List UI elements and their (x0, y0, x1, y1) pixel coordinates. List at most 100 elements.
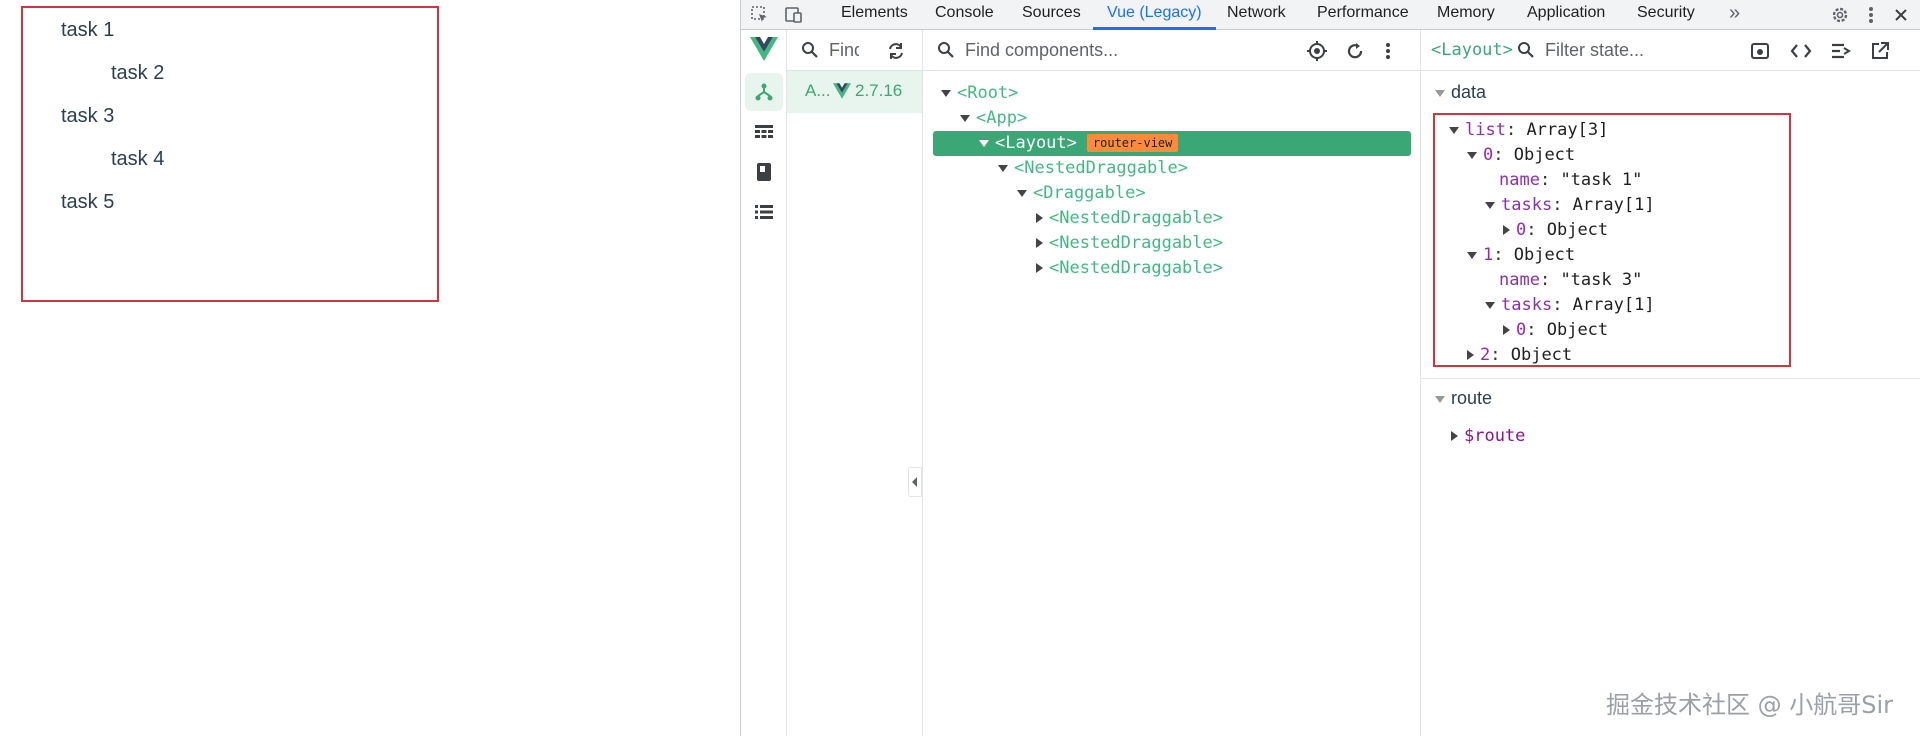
collapse-pane-handle[interactable] (908, 467, 922, 497)
expand-arrow-icon[interactable] (1467, 151, 1477, 159)
collapse-arrow-icon[interactable] (1503, 225, 1510, 235)
state-tree-row[interactable]: tasks: Array[1] (1485, 293, 1655, 318)
component-name: <Draggable> (1033, 183, 1146, 203)
apps-search: Find apps... (787, 30, 922, 71)
inspect-dom-icon[interactable] (1750, 41, 1770, 66)
state-key: name (1499, 270, 1540, 290)
refresh-icon[interactable] (886, 41, 906, 66)
tab-sources[interactable]: Sources (1022, 0, 1081, 30)
collapse-arrow-icon[interactable] (1036, 213, 1043, 223)
component-name: <Layout> (995, 133, 1077, 153)
tree-search: Find components... (923, 30, 1420, 71)
route-item[interactable]: $route (1451, 424, 1525, 449)
search-icon (801, 41, 819, 64)
tab-memory[interactable]: Memory (1437, 0, 1495, 30)
component-tree-row[interactable]: <NestedDraggable> (1036, 206, 1223, 231)
component-tree-row[interactable]: <Root> (941, 81, 1018, 106)
component-tree-row[interactable]: <NestedDraggable> (1036, 256, 1223, 281)
filter-state-input[interactable]: Filter state... (1545, 40, 1725, 61)
expand-arrow-icon[interactable] (979, 139, 989, 147)
component-name: <NestedDraggable> (1014, 158, 1188, 178)
components-icon[interactable] (745, 73, 783, 111)
expand-arrow-icon[interactable] (960, 114, 970, 122)
expand-arrow-icon[interactable] (941, 89, 951, 97)
settings-gear-icon[interactable] (1828, 3, 1852, 27)
app-list-item[interactable]: A... 2.7.16 (787, 71, 922, 113)
state-separator: : (1493, 145, 1514, 165)
tab-elements[interactable]: Elements (841, 0, 908, 30)
expand-arrow-icon[interactable] (1485, 301, 1495, 309)
state-tree-row[interactable]: tasks: Array[1] (1485, 193, 1655, 218)
component-tree-row[interactable]: <NestedDraggable> (1036, 231, 1223, 256)
tab-vue-legacy[interactable]: Vue (Legacy) (1093, 0, 1216, 30)
component-search-input[interactable]: Find components... (965, 40, 1265, 61)
state-tree-row[interactable]: name: "task 1" (1499, 168, 1642, 193)
more-tabs-button[interactable]: » (1729, 0, 1740, 30)
component-tree-row[interactable]: <Draggable> (1017, 181, 1146, 206)
task-item[interactable]: task 4 (111, 147, 164, 171)
collapse-arrow-icon[interactable] (1503, 325, 1510, 335)
devtools-panel: Elements Console Sources Vue (Legacy) Ne… (740, 0, 1920, 736)
scroll-to-component-icon[interactable] (1830, 41, 1852, 66)
expand-arrow-icon[interactable] (998, 164, 1008, 172)
state-separator: : (1539, 270, 1561, 290)
expand-arrow-icon[interactable] (1017, 189, 1027, 197)
events-icon[interactable] (745, 153, 783, 191)
component-tree-row[interactable]: <App> (960, 106, 1027, 131)
section-divider (1421, 378, 1920, 379)
task-item[interactable]: task 3 (61, 104, 114, 128)
route-section-header[interactable]: route (1435, 388, 1492, 409)
state-value: Object (1546, 320, 1609, 340)
tab-network[interactable]: Network (1227, 0, 1286, 30)
component-name: <NestedDraggable> (1049, 258, 1223, 278)
state-value: Object (1513, 245, 1576, 265)
select-component-target-icon[interactable] (1306, 40, 1328, 67)
data-section-header[interactable]: data (1435, 82, 1486, 103)
apps-search-input[interactable]: Find apps... (829, 40, 859, 61)
component-tree-row[interactable]: <Layout> router-view (979, 131, 1179, 156)
more-options-icon[interactable] (1385, 41, 1391, 66)
collapse-arrow-icon[interactable] (1467, 350, 1474, 360)
component-name: <NestedDraggable> (1049, 233, 1223, 253)
refresh-icon[interactable] (1345, 41, 1365, 66)
tab-application[interactable]: Application (1527, 0, 1605, 30)
state-key: tasks (1501, 295, 1553, 315)
route-key: $route (1464, 426, 1526, 446)
data-tree-highlight: list: Array[3] 0: Object name: "task 1" tas… (1433, 113, 1791, 367)
vue-logo-icon (745, 30, 783, 68)
tab-console[interactable]: Console (935, 0, 994, 30)
task-item[interactable]: task 1 (61, 18, 114, 42)
collapse-arrow-icon[interactable] (1036, 263, 1043, 273)
state-tree-row[interactable]: 0: Object (1503, 218, 1608, 243)
device-toolbar-icon[interactable] (782, 3, 806, 27)
routing-icon[interactable] (745, 193, 783, 231)
state-tree-row[interactable]: 1: Object (1467, 243, 1575, 268)
state-tree-row[interactable]: list: Array[3] (1449, 118, 1608, 143)
component-tree-row[interactable]: <NestedDraggable> (998, 156, 1188, 181)
state-value: Array[1] (1572, 295, 1655, 315)
state-key: 0 (1483, 145, 1494, 165)
task-item[interactable]: task 2 (111, 61, 164, 85)
open-in-editor-icon[interactable] (1870, 41, 1890, 66)
state-separator: : (1526, 320, 1547, 340)
tab-performance[interactable]: Performance (1317, 0, 1409, 30)
route-section-title: route (1451, 388, 1493, 408)
inspect-element-icon[interactable] (748, 3, 772, 27)
component-name: <App> (976, 108, 1028, 128)
selected-component-name: <Layout> (1431, 40, 1513, 60)
expand-arrow-icon[interactable] (1467, 251, 1477, 259)
collapse-arrow-icon[interactable] (1036, 238, 1043, 248)
state-tree-row[interactable]: 0: Object (1503, 318, 1608, 343)
state-tree-row[interactable]: 2: Object (1467, 343, 1572, 365)
task-item[interactable]: task 5 (61, 190, 114, 214)
code-icon[interactable] (1790, 41, 1812, 66)
tab-security[interactable]: Security (1637, 0, 1695, 30)
state-tree-row[interactable]: name: "task 3" (1499, 268, 1642, 293)
more-options-icon[interactable] (1859, 3, 1883, 27)
state-header: <Layout> Filter state... (1421, 30, 1920, 71)
expand-arrow-icon[interactable] (1449, 126, 1459, 134)
state-tree-row[interactable]: 0: Object (1467, 143, 1575, 168)
vuex-icon[interactable] (745, 113, 783, 151)
close-icon[interactable] (1889, 3, 1913, 27)
expand-arrow-icon[interactable] (1485, 201, 1495, 209)
